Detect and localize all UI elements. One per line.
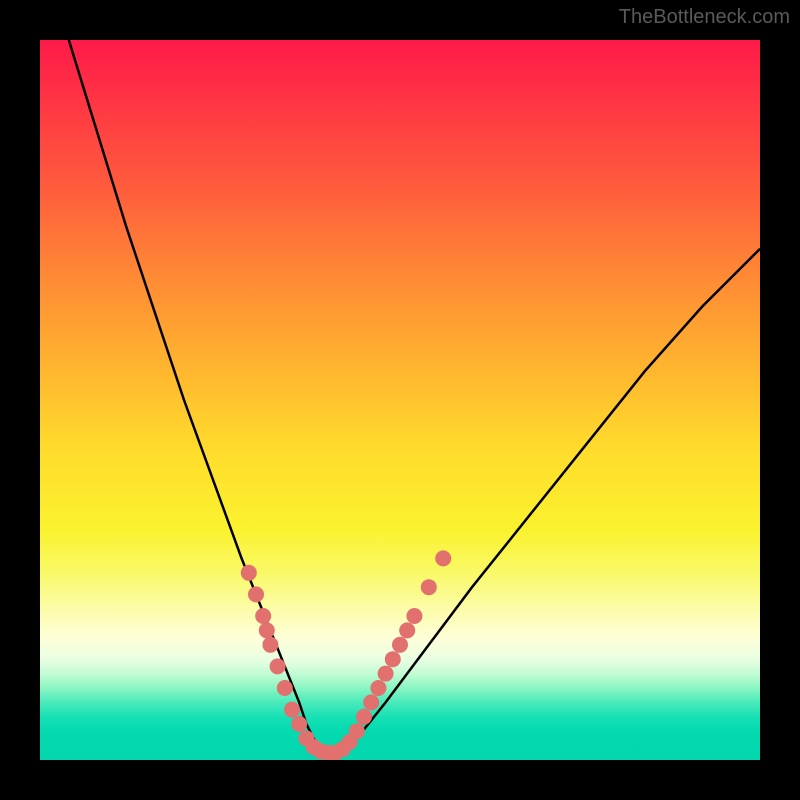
data-marker <box>349 723 365 739</box>
data-marker <box>378 666 394 682</box>
data-marker <box>435 550 451 566</box>
bottleneck-curve <box>69 40 760 753</box>
watermark-text: TheBottleneck.com <box>619 6 790 29</box>
data-marker <box>392 637 408 653</box>
data-marker <box>255 608 271 624</box>
data-marker <box>270 658 286 674</box>
data-marker <box>262 637 278 653</box>
curve-layer <box>69 40 760 753</box>
plot-area <box>40 40 760 760</box>
data-marker <box>284 702 300 718</box>
data-marker <box>385 651 401 667</box>
data-marker <box>241 565 257 581</box>
chart-svg <box>40 40 760 760</box>
data-marker <box>399 622 415 638</box>
data-marker <box>421 579 437 595</box>
data-marker <box>291 716 307 732</box>
data-marker <box>259 622 275 638</box>
data-marker <box>356 709 372 725</box>
data-marker <box>406 608 422 624</box>
data-marker <box>363 694 379 710</box>
data-marker <box>370 680 386 696</box>
data-marker <box>277 680 293 696</box>
data-marker <box>248 586 264 602</box>
